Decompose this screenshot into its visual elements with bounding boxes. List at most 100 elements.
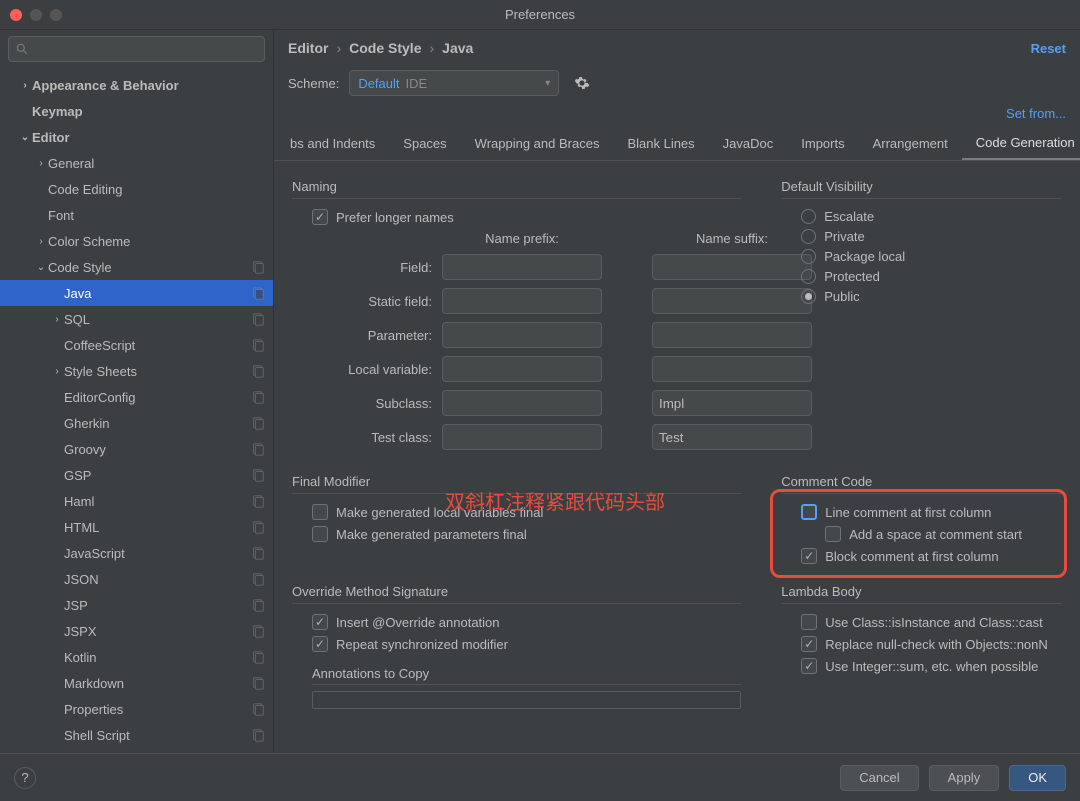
tab-wrapping-and-braces[interactable]: Wrapping and Braces (461, 128, 614, 159)
sidebar-item-javascript[interactable]: JavaScript (0, 540, 273, 566)
sidebar-item-label: JSP (64, 598, 251, 613)
visibility-escalate-radio[interactable]: Escalate (801, 209, 1062, 224)
visibility-title: Default Visibility (781, 179, 1062, 199)
tab-spaces[interactable]: Spaces (389, 128, 460, 159)
sidebar-item-jspx[interactable]: JSPX (0, 618, 273, 644)
sidebar-item-code-editing[interactable]: Code Editing (0, 176, 273, 202)
final-local-vars-checkbox[interactable]: Make generated local variables final (312, 504, 741, 520)
prefer-longer-names-checkbox[interactable]: Prefer longer names (312, 209, 741, 225)
sidebar-item-label: Shell Script (64, 728, 251, 743)
sidebar-item-appearance-behavior[interactable]: ›Appearance & Behavior (0, 72, 273, 98)
lambda-title: Lambda Body (781, 584, 1062, 604)
naming-row-label-test-class-: Test class: (302, 430, 432, 445)
name-prefix-field-[interactable] (442, 254, 602, 280)
name-prefix-static-field-[interactable] (442, 288, 602, 314)
apply-button[interactable]: Apply (929, 765, 1000, 791)
sidebar-item-haml[interactable]: Haml (0, 488, 273, 514)
sidebar-item-sql[interactable]: ›SQL (0, 306, 273, 332)
sidebar-item-color-scheme[interactable]: ›Color Scheme (0, 228, 273, 254)
sidebar-item-label: Keymap (32, 104, 265, 119)
sidebar-item-label: General (48, 156, 265, 171)
crumb-codestyle[interactable]: Code Style (349, 40, 421, 56)
chevron-down-icon: ▾ (545, 78, 550, 89)
visibility-protected-radio[interactable]: Protected (801, 269, 1062, 284)
visibility-private-radio[interactable]: Private (801, 229, 1062, 244)
sidebar-item-shell-script[interactable]: Shell Script (0, 722, 273, 748)
set-from-link[interactable]: Set from... (1006, 106, 1066, 121)
tabs-bar: bs and IndentsSpacesWrapping and BracesB… (274, 127, 1080, 161)
footer: ? Cancel Apply OK (0, 753, 1080, 801)
content-scroll[interactable]: Naming Prefer longer names Name prefix:N… (274, 161, 1080, 753)
add-space-comment-checkbox[interactable]: Add a space at comment start (825, 526, 1062, 542)
sidebar-item-style-sheets[interactable]: ›Style Sheets (0, 358, 273, 384)
sidebar-item-label: Haml (64, 494, 251, 509)
breadcrumb: Editor › Code Style › Java (288, 40, 473, 56)
tab-code-generation[interactable]: Code Generation (962, 127, 1080, 161)
sidebar-item-properties[interactable]: Properties (0, 696, 273, 722)
naming-title: Naming (292, 179, 741, 199)
search-input[interactable] (33, 42, 258, 57)
sidebar-item-code-style[interactable]: ⌄Code Style (0, 254, 273, 280)
sidebar-item-json[interactable]: JSON (0, 566, 273, 592)
crumb-editor[interactable]: Editor (288, 40, 328, 56)
tab-javadoc[interactable]: JavaDoc (709, 128, 788, 159)
lambda-integersum-checkbox[interactable]: Use Integer::sum, etc. when possible (801, 658, 1062, 674)
sidebar-item-keymap[interactable]: Keymap (0, 98, 273, 124)
crumb-java: Java (442, 40, 473, 56)
tab-imports[interactable]: Imports (787, 128, 858, 159)
sidebar-item-general[interactable]: ›General (0, 150, 273, 176)
sidebar-item-java[interactable]: Java (0, 280, 273, 306)
tab-blank-lines[interactable]: Blank Lines (613, 128, 708, 159)
tab-arrangement[interactable]: Arrangement (859, 128, 962, 159)
help-button[interactable]: ? (14, 767, 36, 789)
line-comment-first-col-checkbox[interactable]: Line comment at first column (801, 504, 1062, 520)
visibility-package-local-radio[interactable]: Package local (801, 249, 1062, 264)
name-prefix-local-variable-[interactable] (442, 356, 602, 382)
settings-tree[interactable]: ›Appearance & BehaviorKeymap⌄Editor›Gene… (0, 68, 273, 753)
sidebar-item-coffeescript[interactable]: CoffeeScript (0, 332, 273, 358)
window-close-icon[interactable] (10, 9, 22, 21)
sidebar-item-label: Style Sheets (64, 364, 251, 379)
sidebar-item-gherkin[interactable]: Gherkin (0, 410, 273, 436)
annotations-to-copy-label: Annotations to Copy (312, 666, 741, 685)
final-params-checkbox[interactable]: Make generated parameters final (312, 526, 741, 542)
block-comment-first-col-checkbox[interactable]: Block comment at first column (801, 548, 1062, 564)
sidebar-item-html[interactable]: HTML (0, 514, 273, 540)
ok-button[interactable]: OK (1009, 765, 1066, 791)
annotations-list[interactable] (312, 691, 741, 709)
sidebar-item-jsp[interactable]: JSP (0, 592, 273, 618)
name-prefix-parameter-[interactable] (442, 322, 602, 348)
scheme-label: Scheme: (288, 76, 339, 91)
sidebar-item-label: GSP (64, 468, 251, 483)
sidebar-item-editorconfig[interactable]: EditorConfig (0, 384, 273, 410)
sidebar-item-font[interactable]: Font (0, 202, 273, 228)
visibility-public-radio[interactable]: Public (801, 289, 1062, 304)
sidebar-item-label: Color Scheme (48, 234, 265, 249)
search-input-wrapper[interactable] (8, 36, 265, 62)
sidebar-item-groovy[interactable]: Groovy (0, 436, 273, 462)
sidebar-item-kotlin[interactable]: Kotlin (0, 644, 273, 670)
sidebar-item-label: Font (48, 208, 265, 223)
sidebar-item-gsp[interactable]: GSP (0, 462, 273, 488)
sidebar-item-label: Appearance & Behavior (32, 78, 265, 93)
lambda-isinstance-checkbox[interactable]: Use Class::isInstance and Class::cast (801, 614, 1062, 630)
lambda-nullcheck-checkbox[interactable]: Replace null-check with Objects::nonN (801, 636, 1062, 652)
window-zoom-icon[interactable] (50, 9, 62, 21)
cancel-button[interactable]: Cancel (840, 765, 918, 791)
insert-override-checkbox[interactable]: Insert @Override annotation (312, 614, 741, 630)
reset-link[interactable]: Reset (1031, 41, 1066, 56)
naming-row-label-static-field-: Static field: (302, 294, 432, 309)
chevron-icon: › (50, 314, 64, 325)
repeat-sync-checkbox[interactable]: Repeat synchronized modifier (312, 636, 741, 652)
sidebar-item-label: Gherkin (64, 416, 251, 431)
scheme-combobox[interactable]: Default IDE ▾ (349, 70, 559, 96)
sidebar-item-markdown[interactable]: Markdown (0, 670, 273, 696)
tab-bs-and-indents[interactable]: bs and Indents (276, 128, 389, 159)
sidebar-item-label: Kotlin (64, 650, 251, 665)
name-prefix-subclass-[interactable] (442, 390, 602, 416)
sidebar-item-editor[interactable]: ⌄Editor (0, 124, 273, 150)
window-minimize-icon[interactable] (30, 9, 42, 21)
name-prefix-test-class-[interactable] (442, 424, 602, 450)
naming-row-label-subclass-: Subclass: (302, 396, 432, 411)
scheme-gear-button[interactable] (569, 70, 595, 96)
